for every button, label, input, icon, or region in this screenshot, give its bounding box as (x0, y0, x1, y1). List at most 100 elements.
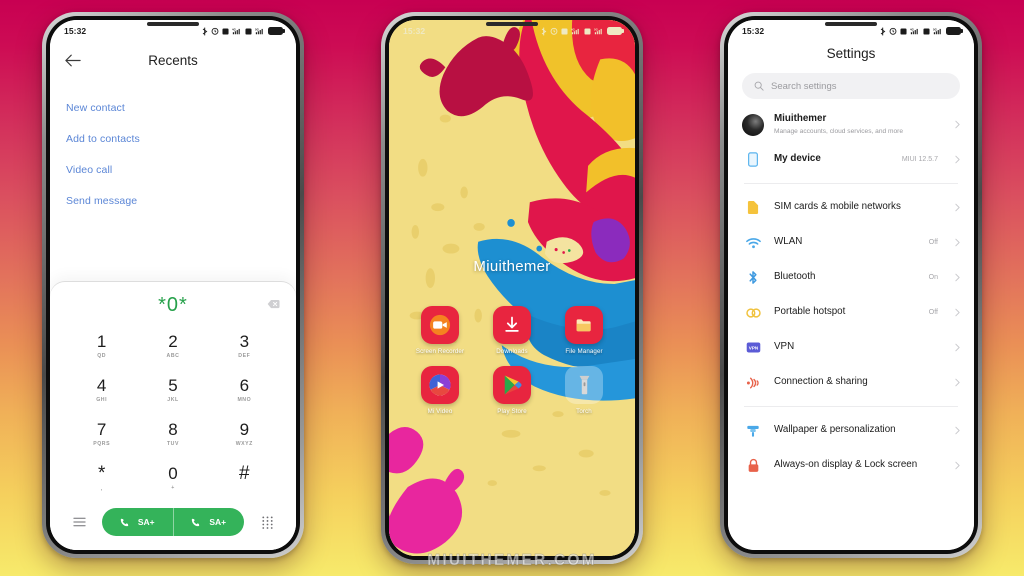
app-icon (493, 365, 531, 404)
key-digit: 4 (96, 375, 107, 395)
app-mi-video[interactable]: Mi Video (411, 365, 469, 416)
menu-button[interactable] (66, 517, 92, 527)
key-star[interactable]: *, (66, 456, 137, 500)
key-3[interactable]: 3 DEF (209, 324, 280, 368)
chevron-right-icon (955, 239, 960, 247)
search-placeholder: Search settings (771, 80, 837, 92)
chevron-right-icon (955, 204, 960, 212)
bluetooth-icon (880, 27, 886, 35)
earpiece-speaker (825, 22, 877, 26)
key-6[interactable]: 6 MNO (209, 368, 280, 412)
action-send-message[interactable]: Send message (66, 185, 280, 216)
settings-row-portable-hotspot[interactable]: Portable hotspot Off (728, 295, 974, 330)
key-digit: 5 (168, 375, 178, 395)
key-letters: QD (97, 353, 107, 360)
action-add-to-contacts[interactable]: Add to contacts (66, 123, 280, 154)
home-screen: 15:32 4G 5G Miuithemer Screen Recorder D… (389, 20, 635, 556)
phone-2-screen: 15:32 4G 5G Miuithemer Screen Recorder D… (389, 20, 635, 556)
dialpad-row: *, 0 + # (66, 456, 280, 500)
key-7[interactable]: 7 PQRS (66, 412, 137, 456)
key-digit: * (97, 462, 106, 484)
account-subtitle: Manage accounts, cloud services, and mor… (774, 127, 904, 135)
key-5[interactable]: 5 JKL (137, 368, 208, 412)
phone-2-bezel: 15:32 4G 5G Miuithemer Screen Recorder D… (385, 16, 639, 560)
settings-row-label: My device (774, 153, 821, 165)
app-torch[interactable]: Torch (555, 365, 613, 416)
app-label: Torch (576, 407, 592, 415)
bluetooth-icon (744, 270, 762, 285)
settings-row-connection-sharing[interactable]: Connection & sharing (728, 365, 974, 400)
battery-icon (268, 27, 285, 35)
dialer-bottom-bar: SA+ SA+ (50, 500, 296, 550)
key-4[interactable]: 4 GHI (66, 368, 137, 412)
avatar (742, 113, 764, 136)
svg-text:4G: 4G (232, 28, 237, 32)
settings-row-bluetooth[interactable]: Bluetooth On (728, 260, 974, 295)
backspace-button[interactable] (267, 296, 280, 314)
hamburger-menu-icon (72, 517, 86, 527)
key-letters: + (171, 485, 175, 492)
settings-row-my-device[interactable]: My device MIUI 12.5.7 (728, 142, 974, 177)
quick-actions-list: New contact Add to contacts Video call S… (50, 78, 296, 216)
keypad-grid-icon (261, 515, 273, 529)
lock-icon (744, 458, 762, 473)
key-letters: , (100, 486, 103, 493)
app-file-manager[interactable]: File Manager (555, 306, 613, 356)
keypad-toggle-button[interactable] (254, 515, 280, 529)
clock-widget[interactable]: Miuithemer (389, 258, 635, 275)
key-2[interactable]: 2 ABC (137, 324, 208, 368)
key-letters: GHI (96, 397, 108, 404)
sim2-icon (923, 27, 930, 35)
sim1-icon (900, 27, 907, 35)
account-text: Miuithemer Manage accounts, cloud servic… (774, 113, 945, 136)
app-icon (493, 306, 531, 344)
section-divider (744, 406, 958, 408)
earpiece-speaker (147, 22, 199, 26)
page-title: Recents (148, 52, 198, 68)
settings-row-wlan[interactable]: WLAN Off (728, 225, 974, 260)
play-store-icon (504, 375, 522, 395)
dialpad-panel: *0* 1 QD 2 ABC 3 DEF 4 GHI 5 JKL 6 MNO 7… (50, 282, 296, 550)
phone-3-screen: 15:32 4G 5G Settings Search settings Miu… (728, 20, 974, 550)
settings-row-label: Portable hotspot (774, 306, 846, 318)
flashlight-icon (579, 375, 589, 395)
backspace-icon (267, 299, 280, 309)
key-1[interactable]: 1 QD (66, 324, 137, 368)
app-downloads[interactable]: Downloads (483, 306, 541, 356)
hotspot-icon (744, 307, 762, 319)
search-icon (754, 81, 764, 91)
action-new-contact[interactable]: New contact (66, 92, 280, 123)
alarm-icon (889, 27, 897, 35)
key-letters: WXYZ (235, 441, 253, 448)
dialpad-row: 7 PQRS 8 TUV 9 WXYZ (66, 412, 280, 456)
settings-row-always-on-display-lock-screen[interactable]: Always-on display & Lock screen (728, 448, 974, 483)
key-digit: 6 (239, 375, 250, 395)
settings-row-wallpaper-personalization[interactable]: Wallpaper & personalization (728, 413, 974, 448)
key-digit: 2 (168, 331, 178, 351)
key-9[interactable]: 9 WXYZ (209, 412, 280, 456)
app-row: Mi Video Play Store Torch (411, 365, 613, 416)
settings-row-label: Bluetooth (774, 271, 816, 283)
key-0[interactable]: 0 + (137, 456, 208, 500)
sim2-icon (584, 27, 591, 35)
app-icon (565, 306, 603, 344)
key-letters: PQRS (93, 441, 111, 448)
sim1-icon (222, 27, 229, 35)
action-video-call[interactable]: Video call (66, 154, 280, 185)
settings-row-account[interactable]: Miuithemer Manage accounts, cloud servic… (728, 107, 974, 142)
app-play-store[interactable]: Play Store (483, 365, 541, 416)
call-button-sim2[interactable]: SA+ (172, 508, 245, 536)
status-time: 15:32 (742, 26, 765, 36)
key-hash[interactable]: # (209, 456, 280, 500)
app-screen-recorder[interactable]: Screen Recorder (411, 306, 469, 356)
call-button-sim1[interactable]: SA+ (102, 508, 173, 536)
paint-roller-icon (744, 424, 762, 438)
sim1-4g-signal-icon: 4G (910, 28, 918, 35)
settings-row-sim-cards[interactable]: SIM cards & mobile networks (728, 190, 974, 225)
settings-row-vpn[interactable]: VPN VPN (728, 330, 974, 365)
dialpad-keys: 1 QD 2 ABC 3 DEF 4 GHI 5 JKL 6 MNO 7 PQRS 8 TUV (50, 320, 296, 500)
chevron-right-icon (955, 156, 960, 164)
key-8[interactable]: 8 TUV (137, 412, 208, 456)
search-settings-input[interactable]: Search settings (742, 73, 960, 99)
alarm-icon (211, 27, 219, 35)
